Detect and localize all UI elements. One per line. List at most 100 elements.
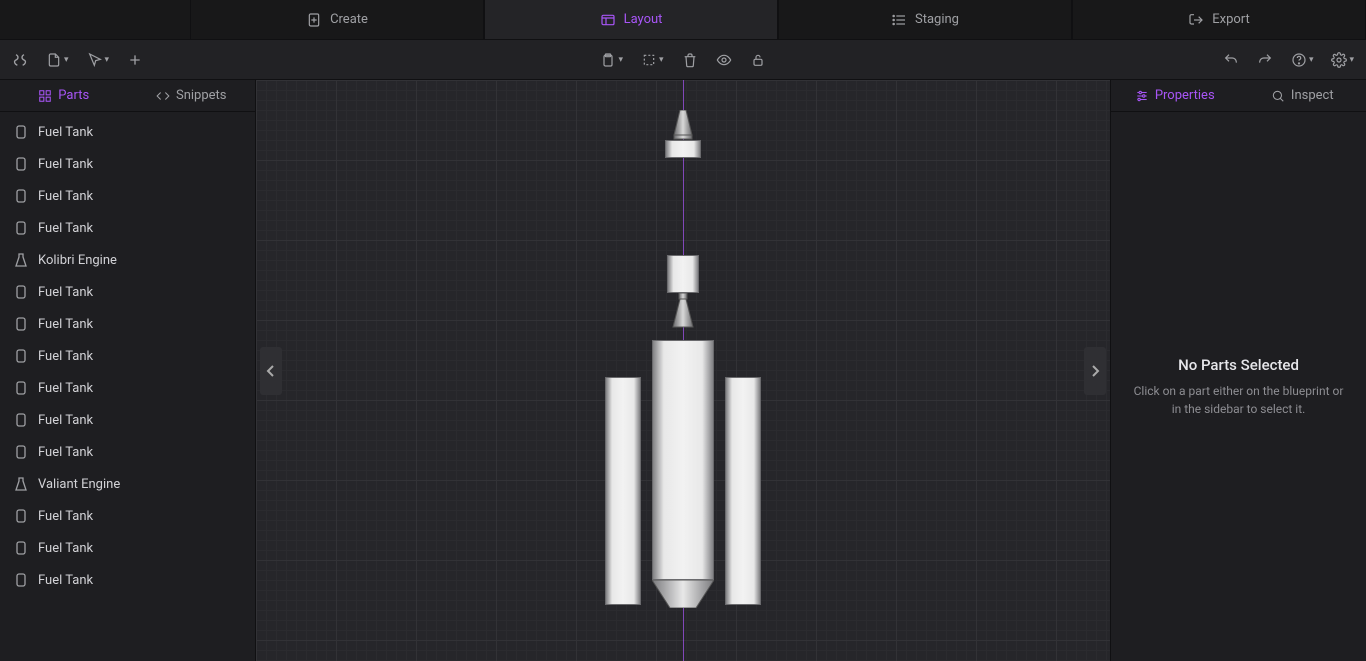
tab-layout[interactable]: Layout [484, 0, 778, 39]
part-label: Fuel Tank [38, 317, 93, 332]
part-label: Fuel Tank [38, 573, 93, 588]
tab-export[interactable]: Export [1072, 0, 1366, 39]
list-item[interactable]: Fuel Tank [0, 372, 255, 404]
part-label: Fuel Tank [38, 541, 93, 556]
lock-button[interactable] [750, 52, 766, 68]
tank-icon [14, 381, 28, 395]
tank-icon [14, 317, 28, 331]
canvas-part-fueltank[interactable] [667, 255, 699, 293]
list-item[interactable]: Fuel Tank [0, 532, 255, 564]
canvas-part-booster-right[interactable] [725, 377, 761, 605]
staging-icon [891, 12, 907, 28]
create-icon [306, 12, 322, 28]
list-item[interactable]: Fuel Tank [0, 564, 255, 596]
engine-icon [14, 477, 28, 491]
list-item[interactable]: Fuel Tank [0, 500, 255, 532]
canvas-part-fueltank[interactable] [665, 140, 701, 158]
tab-snippets-label: Snippets [176, 88, 227, 103]
topbar: Create Layout Staging Export [0, 0, 1366, 40]
app-logo[interactable] [12, 52, 28, 68]
sidebar-right: Properties Inspect No Parts Selected Cli… [1110, 80, 1366, 661]
tab-label: Create [330, 12, 368, 27]
sidebar-left: Parts Snippets Fuel TankFuel TankFuel Ta… [0, 80, 256, 661]
chevron-down-icon: ▾ [64, 55, 69, 65]
chevron-down-icon: ▾ [105, 55, 110, 65]
tab-create[interactable]: Create [190, 0, 484, 39]
tank-icon [14, 573, 28, 587]
redo-button[interactable] [1257, 52, 1273, 68]
part-label: Fuel Tank [38, 349, 93, 364]
chevron-down-icon: ▾ [1349, 55, 1354, 65]
chevron-down-icon: ▾ [659, 55, 664, 65]
list-item[interactable]: Fuel Tank [0, 180, 255, 212]
list-item[interactable]: Fuel Tank [0, 148, 255, 180]
tank-icon [14, 349, 28, 363]
canvas-part-booster-left[interactable] [605, 377, 641, 605]
tank-icon [14, 413, 28, 427]
chevron-down-icon: ▾ [618, 55, 623, 65]
tab-properties[interactable]: Properties [1111, 80, 1239, 111]
list-item[interactable]: Fuel Tank [0, 436, 255, 468]
part-label: Kolibri Engine [38, 253, 117, 268]
list-item[interactable]: Fuel Tank [0, 404, 255, 436]
part-label: Fuel Tank [38, 221, 93, 236]
collapse-left-panel[interactable] [260, 347, 282, 395]
cursor-tool[interactable]: ▾ [87, 52, 110, 68]
empty-state: No Parts Selected Click on a part either… [1111, 112, 1366, 661]
part-label: Fuel Tank [38, 381, 93, 396]
list-item[interactable]: Kolibri Engine [0, 244, 255, 276]
part-label: Fuel Tank [38, 413, 93, 428]
tank-icon [14, 285, 28, 299]
parts-list: Fuel Tank Fuel Tank Fuel Tank Fuel Tank Koli… [0, 112, 255, 661]
canvas-part-engine-mid[interactable] [670, 293, 696, 331]
clipboard-button[interactable]: ▾ [600, 52, 623, 68]
canvas-part-fueltank-core[interactable] [652, 340, 714, 580]
engine-icon [14, 253, 28, 267]
help-button[interactable]: ▾ [1291, 52, 1314, 68]
part-label: Fuel Tank [38, 445, 93, 460]
tab-parts-label: Parts [58, 88, 89, 103]
tab-staging[interactable]: Staging [778, 0, 1072, 39]
list-item[interactable]: Fuel Tank [0, 276, 255, 308]
undo-button[interactable] [1223, 52, 1239, 68]
collapse-right-panel[interactable] [1084, 347, 1106, 395]
file-menu[interactable]: ▾ [46, 52, 69, 68]
list-item[interactable]: Fuel Tank [0, 308, 255, 340]
layout-icon [600, 12, 616, 28]
tab-properties-label: Properties [1155, 88, 1215, 103]
tank-icon [14, 445, 28, 459]
part-label: Fuel Tank [38, 189, 93, 204]
tank-icon [14, 221, 28, 235]
tank-icon [14, 541, 28, 555]
list-item[interactable]: Fuel Tank [0, 212, 255, 244]
canvas[interactable] [256, 80, 1110, 661]
tab-parts[interactable]: Parts [0, 80, 128, 111]
tank-icon [14, 125, 28, 139]
list-item[interactable]: Fuel Tank [0, 340, 255, 372]
tank-icon [14, 189, 28, 203]
tab-label: Staging [915, 12, 959, 27]
list-item[interactable]: Valiant Engine [0, 468, 255, 500]
canvas-part-cone[interactable] [652, 580, 714, 608]
selection-button[interactable]: ▾ [641, 52, 664, 68]
chevron-down-icon: ▾ [1309, 55, 1314, 65]
part-label: Fuel Tank [38, 509, 93, 524]
delete-button[interactable] [682, 52, 698, 68]
tab-snippets[interactable]: Snippets [128, 80, 256, 111]
tab-label: Export [1212, 12, 1250, 27]
tab-inspect[interactable]: Inspect [1239, 80, 1366, 111]
settings-button[interactable]: ▾ [1331, 52, 1354, 68]
add-button[interactable] [127, 52, 143, 68]
visibility-button[interactable] [716, 52, 732, 68]
canvas-part-engine-top[interactable] [672, 110, 694, 140]
tank-icon [14, 509, 28, 523]
empty-state-sub: Click on a part either on the blueprint … [1131, 382, 1346, 418]
part-label: Fuel Tank [38, 285, 93, 300]
part-label: Fuel Tank [38, 157, 93, 172]
tab-label: Layout [624, 12, 663, 27]
tab-inspect-label: Inspect [1291, 88, 1334, 103]
export-icon [1188, 12, 1204, 28]
list-item[interactable]: Fuel Tank [0, 116, 255, 148]
part-label: Fuel Tank [38, 125, 93, 140]
part-label: Valiant Engine [38, 477, 120, 492]
